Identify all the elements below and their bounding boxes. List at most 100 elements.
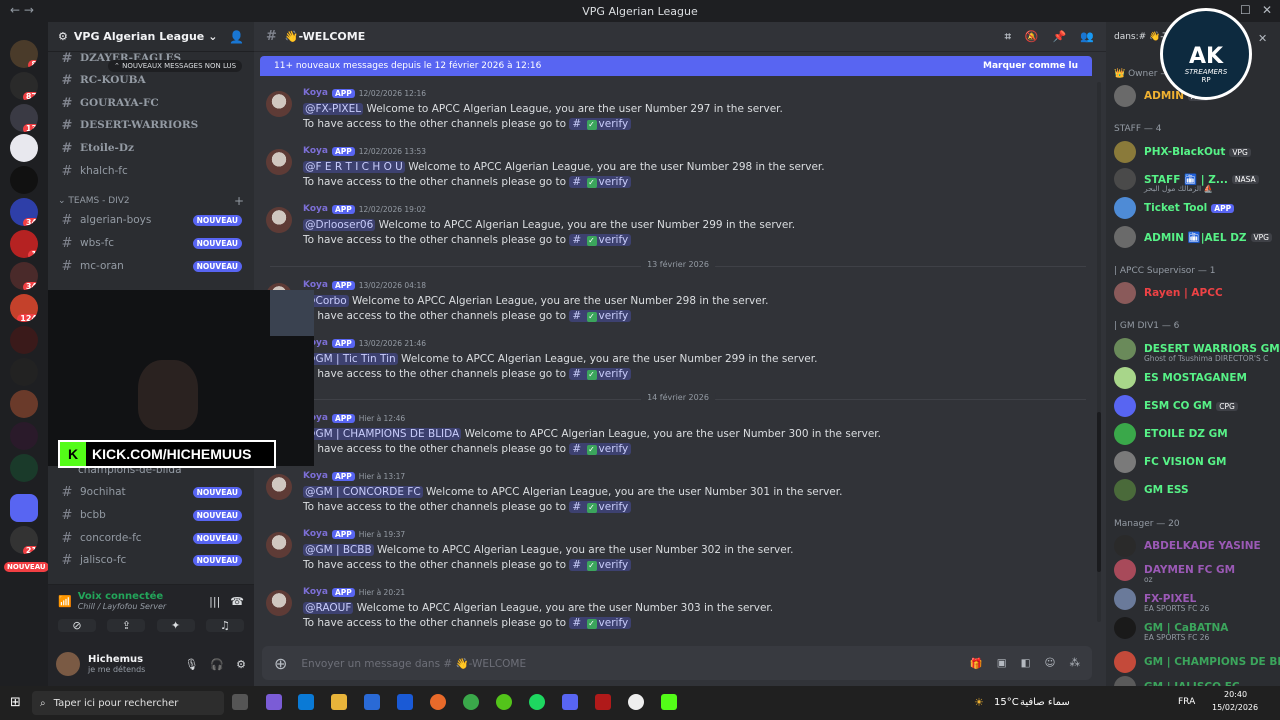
server-icon[interactable]: 124 bbox=[10, 294, 38, 322]
avatar[interactable] bbox=[56, 652, 80, 676]
author[interactable]: Koya bbox=[303, 88, 328, 98]
server-icon[interactable]: 87 bbox=[10, 72, 38, 100]
discord-icon[interactable] bbox=[562, 694, 578, 710]
back-forward-icon[interactable]: ← → bbox=[10, 3, 34, 17]
server-icon[interactable]: 21 bbox=[10, 526, 38, 554]
mark-as-read-button[interactable]: Marquer comme lu bbox=[983, 61, 1078, 71]
member[interactable]: ADMIN 🛅|AEL DZ VPG bbox=[1114, 224, 1280, 250]
folder-icon[interactable] bbox=[10, 494, 38, 522]
server-icon[interactable] bbox=[10, 326, 38, 354]
member[interactable]: Ticket Tool APP bbox=[1114, 195, 1280, 221]
spotify-icon[interactable] bbox=[529, 694, 545, 710]
server-icon[interactable] bbox=[10, 166, 38, 194]
verify-channel-link[interactable]: # ✓ verify bbox=[569, 617, 632, 629]
mention[interactable]: @FX-PIXEL bbox=[303, 103, 364, 115]
gif-icon[interactable]: ▣ bbox=[997, 657, 1007, 669]
unread-bar[interactable]: 11+ nouveaux messages depuis le 12 févri… bbox=[260, 56, 1092, 76]
member[interactable]: FC VISION GM bbox=[1114, 449, 1280, 475]
member[interactable]: GM | CaBATNA EA SPORTS FC 26 bbox=[1114, 615, 1280, 642]
taskbar-search[interactable]: ⌕ Taper ici pour rechercher bbox=[32, 691, 224, 715]
message-composer[interactable]: ⊕ Envoyer un message dans # 👋-WELCOME 🎁 … bbox=[262, 646, 1092, 680]
mention[interactable]: @GM | CHAMPIONS DE BLIDA bbox=[303, 428, 462, 440]
member[interactable]: ESM CO GM CPG bbox=[1114, 393, 1280, 419]
avatar[interactable] bbox=[266, 590, 292, 616]
settings-gear-icon[interactable]: ⚙ bbox=[236, 658, 246, 671]
avatar[interactable] bbox=[266, 207, 292, 233]
member[interactable]: FX-PIXEL EA SPORTS FC 26 bbox=[1114, 586, 1280, 613]
member[interactable]: DESERT WARRIORS GM Ghost of Tsushima DIRE… bbox=[1114, 336, 1280, 363]
task-view-icon[interactable] bbox=[232, 694, 248, 710]
channel-concorde-fc[interactable]: # concorde-fc NOUVEAU bbox=[58, 528, 246, 548]
channel-jalisco-fc[interactable]: # jalisco-fc NOUVEAU bbox=[58, 550, 246, 570]
microphone-icon[interactable]: 🎙 bbox=[184, 658, 198, 671]
verify-channel-link[interactable]: # ✓ verify bbox=[569, 559, 632, 571]
mention[interactable]: @GM | Tic Tin Tin bbox=[303, 353, 398, 365]
close-icon[interactable]: ✕ bbox=[1262, 3, 1272, 17]
screenshare-icon[interactable]: ⇪ bbox=[107, 619, 146, 632]
explorer-icon[interactable] bbox=[331, 694, 347, 710]
verify-channel-link[interactable]: # ✓ verify bbox=[569, 310, 632, 322]
member[interactable]: ES MOSTAGANEM bbox=[1114, 365, 1280, 391]
disconnect-icon[interactable]: ☎ bbox=[230, 595, 244, 608]
avatar[interactable] bbox=[266, 532, 292, 558]
member[interactable]: Rayen | APCC bbox=[1114, 280, 1280, 306]
verify-channel-link[interactable]: # ✓ verify bbox=[569, 443, 632, 455]
author[interactable]: Koya bbox=[303, 204, 328, 214]
mention[interactable]: @GM | CONCORDE FC bbox=[303, 486, 423, 498]
server-icon[interactable] bbox=[10, 422, 38, 450]
member[interactable]: DAYMEN FC GM oz bbox=[1114, 557, 1280, 584]
server-icon[interactable]: 8 bbox=[10, 40, 38, 68]
member[interactable]: ETOILE DZ GM bbox=[1114, 421, 1280, 447]
copilot-icon[interactable] bbox=[266, 694, 282, 710]
mail-icon[interactable] bbox=[397, 694, 413, 710]
channel-algerian-boys[interactable]: # algerian-boys NOUVEAU bbox=[58, 210, 246, 230]
utorrent-icon[interactable] bbox=[496, 694, 512, 710]
member[interactable]: GM | CHAMPIONS DE BLI... bbox=[1114, 649, 1280, 675]
verify-channel-link[interactable]: # ✓ verify bbox=[569, 176, 632, 188]
app-icon[interactable] bbox=[595, 694, 611, 710]
mention[interactable]: @F E R T I C H O U bbox=[303, 161, 405, 173]
server-icon[interactable]: 34 bbox=[10, 262, 38, 290]
server-icon-vpg[interactable] bbox=[10, 134, 38, 162]
channel-desert-warriors[interactable]: # DESERT-WARRIORS bbox=[58, 115, 246, 135]
windows-start-icon[interactable]: ⊞ bbox=[10, 695, 21, 710]
add-channel-icon[interactable]: + bbox=[234, 194, 244, 208]
add-member-icon[interactable]: 👤 bbox=[229, 30, 244, 44]
soundboard-button-icon[interactable]: ♫ bbox=[205, 619, 244, 632]
clock-date[interactable]: 15/02/2026 bbox=[1212, 703, 1258, 712]
channel-gouraya-fc[interactable]: # GOURAYA-FC bbox=[58, 93, 246, 113]
member[interactable]: STAFF 🛅 | Z... NASA الزمالك مول البحر ⛵ bbox=[1114, 166, 1280, 193]
channel-bcbb[interactable]: # bcbb NOUVEAU bbox=[58, 505, 246, 525]
threads-icon[interactable]: ⌗ bbox=[1005, 30, 1011, 44]
member[interactable]: PHX-BlackOut VPG bbox=[1114, 139, 1280, 165]
avatar[interactable] bbox=[266, 149, 292, 175]
category-teams-div2[interactable]: ⌄ TEAMS - DIV2 bbox=[58, 196, 130, 206]
verify-channel-link[interactable]: # ✓ verify bbox=[569, 234, 632, 246]
avatar[interactable] bbox=[266, 91, 292, 117]
voice-location[interactable]: Chill / Layfofou Server bbox=[78, 602, 166, 611]
server-icon[interactable]: 13 bbox=[10, 104, 38, 132]
apps-icon[interactable]: ⁂ bbox=[1070, 657, 1081, 669]
close-search-icon[interactable]: ✕ bbox=[1258, 32, 1267, 45]
composer-placeholder[interactable]: Envoyer un message dans # 👋-WELCOME bbox=[301, 657, 526, 670]
verify-channel-link[interactable]: # ✓ verify bbox=[569, 501, 632, 513]
camera-icon[interactable]: ⊘ bbox=[58, 619, 96, 632]
scrollbar[interactable] bbox=[1097, 82, 1101, 622]
author[interactable]: Koya bbox=[303, 529, 328, 539]
server-icon[interactable] bbox=[10, 454, 38, 482]
gift-icon[interactable]: 🎁 bbox=[970, 657, 983, 670]
author[interactable]: Koya bbox=[303, 280, 328, 290]
member[interactable]: ABDELKADE YASINE bbox=[1114, 533, 1280, 559]
add-attachment-icon[interactable]: ⊕ bbox=[274, 654, 287, 673]
language-indicator[interactable]: FRA bbox=[1178, 697, 1195, 707]
author[interactable]: Koya bbox=[303, 471, 328, 481]
weather-text[interactable]: سماء صافية bbox=[1020, 697, 1070, 708]
clock-time[interactable]: 20:40 bbox=[1224, 690, 1247, 699]
obs-icon[interactable] bbox=[628, 694, 644, 710]
server-icon[interactable] bbox=[10, 390, 38, 418]
pin-icon[interactable]: 📌 bbox=[1053, 30, 1067, 43]
channel-khalch-fc[interactable]: # khalch-fc bbox=[58, 161, 246, 181]
server-icon[interactable]: 1 bbox=[10, 230, 38, 258]
verify-channel-link[interactable]: # ✓ verify bbox=[569, 118, 632, 130]
sticker-icon[interactable]: ◧ bbox=[1021, 657, 1031, 669]
